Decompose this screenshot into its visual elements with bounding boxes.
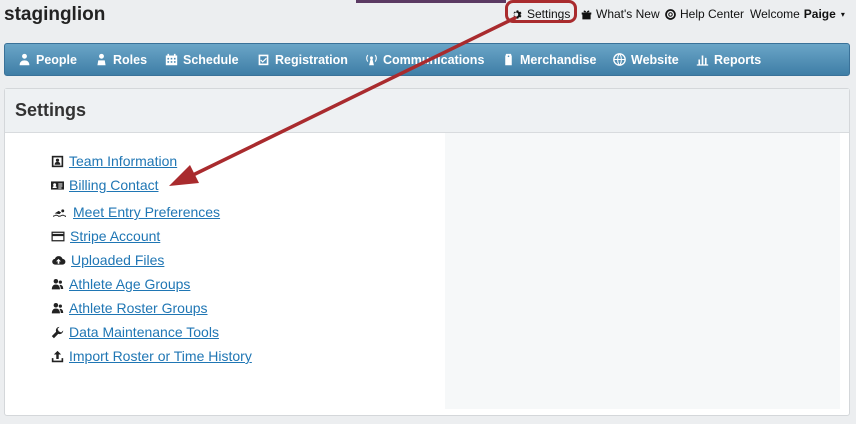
nav-item-roles[interactable]: Roles (95, 44, 147, 75)
credit-card-icon (51, 231, 65, 241)
nav-item-reports[interactable]: Reports (696, 44, 761, 75)
panel-header: Settings (5, 89, 849, 133)
nav-item-website[interactable]: Website (613, 44, 679, 75)
nav-item-registration[interactable]: Registration (257, 44, 348, 75)
calendar-icon (165, 53, 178, 66)
settings-link-uploaded-files: Uploaded Files (51, 252, 164, 268)
nav-label-schedule: Schedule (183, 52, 239, 67)
nav-label-website: Website (631, 52, 679, 67)
bar-chart-icon (696, 55, 709, 66)
globe-icon (613, 53, 626, 66)
people-icon (19, 53, 30, 66)
nav-label-communications: Communications (383, 52, 485, 67)
nav-label-reports: Reports (714, 52, 762, 67)
cloud-upload-icon (52, 255, 66, 265)
settings-link-data-maintenance-tools: Data Maintenance Tools (51, 324, 219, 340)
nav-label-registration: Registration (275, 52, 348, 67)
lifebuoy-icon (665, 8, 676, 20)
caret-down-icon: ▾ (840, 9, 845, 19)
athlete-roster-groups-link[interactable]: Athlete Roster Groups (69, 300, 208, 316)
nav-item-people[interactable]: People (18, 44, 77, 75)
nav-label-people: People (36, 52, 77, 67)
billing-contact-link[interactable]: Billing Contact (69, 177, 159, 193)
meet-entry-preferences-link[interactable]: Meet Entry Preferences (73, 204, 220, 220)
team-information-link[interactable]: Team Information (69, 153, 177, 169)
clipboard-check-icon (258, 54, 269, 66)
athlete-group-icon (51, 278, 64, 289)
welcome-text: Welcome (750, 7, 800, 21)
uploaded-files-link[interactable]: Uploaded Files (71, 252, 164, 268)
upload-icon (51, 350, 64, 362)
nav-item-schedule[interactable]: Schedule (165, 44, 239, 75)
settings-link-import-roster: Import Roster or Time History (51, 348, 252, 364)
data-maintenance-tools-link[interactable]: Data Maintenance Tools (69, 324, 219, 340)
swimmer-icon (53, 208, 66, 217)
site-title[interactable]: staginglion (4, 4, 105, 26)
gift-icon (581, 10, 592, 19)
athlete-age-groups-link[interactable]: Athlete Age Groups (69, 276, 190, 292)
settings-link-billing-contact: Billing Contact (51, 177, 159, 193)
antenna-icon (366, 54, 377, 66)
id-badge-icon (51, 155, 64, 167)
top-accent-strip (356, 0, 506, 3)
wrench-icon (51, 326, 64, 338)
settings-link-meet-entry-preferences: Meet Entry Preferences (51, 204, 220, 220)
user-menu[interactable]: Welcome Paige ▾ (750, 7, 845, 21)
settings-link-team-information: Team Information (51, 153, 177, 169)
stripe-account-link[interactable]: Stripe Account (70, 228, 160, 244)
user-name: Paige (803, 7, 836, 21)
nav-label-merchandise: Merchandise (520, 52, 597, 67)
import-roster-link[interactable]: Import Roster or Time History (69, 348, 252, 364)
whats-new-label: What's New (596, 7, 660, 21)
nav-item-communications[interactable]: Communications (365, 44, 484, 75)
nav-label-roles: Roles (113, 52, 148, 67)
athlete-roster-icon (51, 302, 64, 313)
settings-link-stripe-account: Stripe Account (51, 228, 160, 244)
tag-icon (505, 53, 512, 66)
help-center-label: Help Center (680, 7, 745, 21)
help-center-link[interactable]: Help Center (665, 7, 744, 21)
nav-item-merchandise[interactable]: Merchandise (502, 44, 596, 75)
whats-new-link[interactable]: What's New (581, 7, 660, 21)
contact-card-icon (51, 180, 64, 190)
main-nav: People Roles Schedule Registration Commu… (4, 43, 850, 76)
page-title: Settings (15, 100, 87, 120)
settings-link-athlete-roster-groups: Athlete Roster Groups (51, 300, 208, 316)
settings-link-athlete-age-groups: Athlete Age Groups (51, 276, 190, 292)
top-bar: staginglion Settings What's New Help Cen… (0, 0, 856, 36)
annotation-highlight-ring (505, 0, 577, 23)
right-pane (445, 133, 840, 409)
roles-icon (97, 53, 106, 66)
settings-panel: Settings Team Information Billing Contac… (4, 88, 850, 416)
